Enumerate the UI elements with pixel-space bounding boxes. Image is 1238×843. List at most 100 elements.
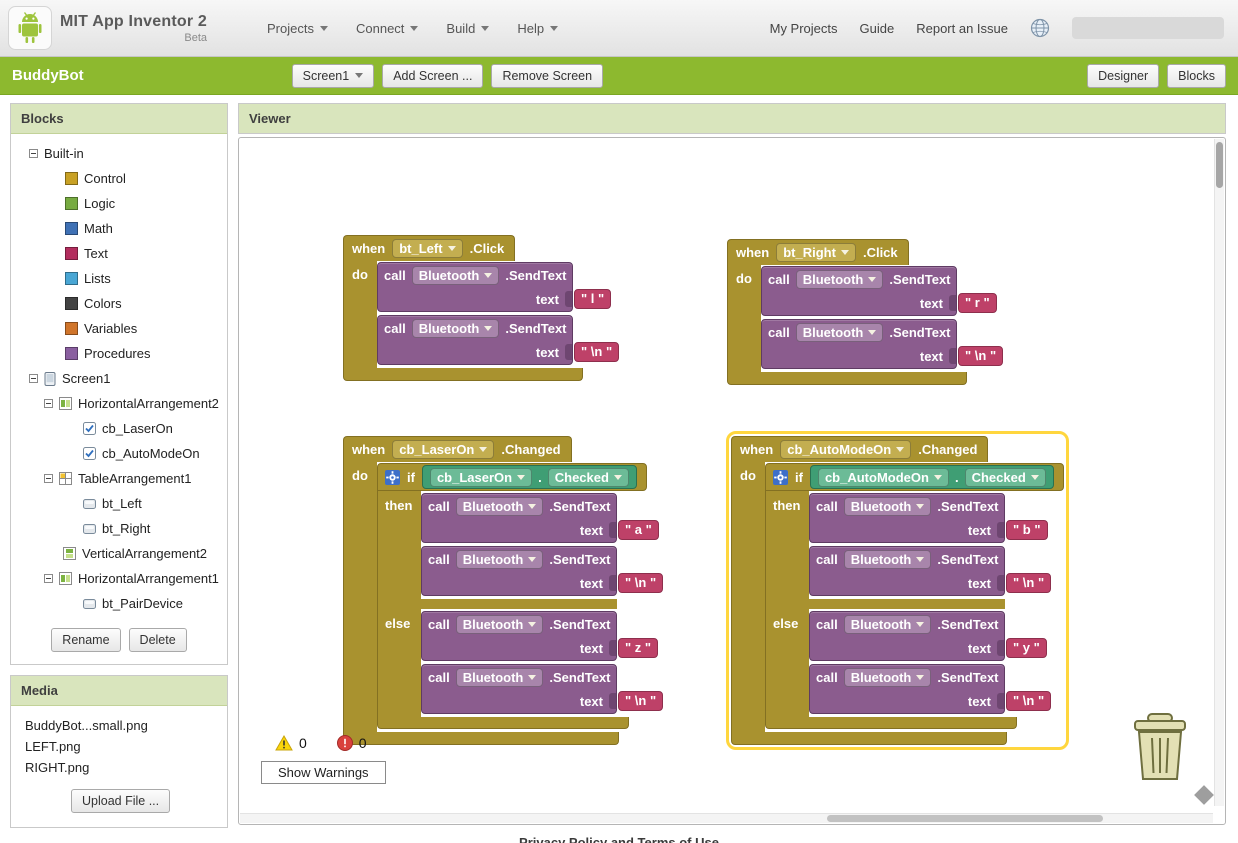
call-bluetooth-sendtext-block[interactable]: call Bluetooth .SendText text bbox=[809, 611, 1047, 661]
collapse-icon[interactable] bbox=[29, 374, 38, 383]
footer-links[interactable]: Privacy Policy and Terms of Use bbox=[0, 835, 1238, 843]
media-file-buddybot[interactable]: BuddyBot...small.png bbox=[11, 716, 227, 737]
vertical-scrollbar[interactable] bbox=[1214, 139, 1224, 806]
component-dropdown[interactable]: Bluetooth bbox=[795, 322, 884, 342]
text-string-block[interactable]: " \n " bbox=[958, 346, 1004, 366]
component-dropdown[interactable]: cb_AutoModeOn bbox=[817, 467, 949, 487]
component-dropdown[interactable]: Bluetooth bbox=[843, 667, 932, 687]
call-bluetooth-sendtext-block[interactable]: call Bluetooth .SendText text bbox=[809, 546, 1052, 596]
app-inventor-logo-icon[interactable] bbox=[8, 6, 52, 50]
component-dropdown[interactable]: Bluetooth bbox=[843, 496, 932, 516]
tree-item-bt-left[interactable]: bt_Left bbox=[11, 491, 227, 516]
property-dropdown[interactable]: Checked bbox=[964, 467, 1046, 487]
call-bluetooth-sendtext-block[interactable]: call Bluetooth .SendText text bbox=[809, 664, 1052, 714]
nav-report-an-issue[interactable]: Report an Issue bbox=[916, 21, 1008, 36]
mutator-gear-icon[interactable] bbox=[773, 469, 788, 485]
tree-item-bt-right[interactable]: bt_Right bbox=[11, 516, 227, 541]
component-dropdown[interactable]: Bluetooth bbox=[795, 269, 884, 289]
event-source-dropdown[interactable]: bt_Right bbox=[776, 243, 856, 262]
vertical-scrollbar-thumb[interactable] bbox=[1216, 142, 1223, 188]
text-string-block[interactable]: " y " bbox=[1006, 638, 1047, 658]
component-dropdown[interactable]: Bluetooth bbox=[411, 318, 500, 338]
menu-projects[interactable]: Projects bbox=[267, 21, 328, 36]
tree-item-screen1[interactable]: Screen1 bbox=[11, 366, 227, 391]
tree-item-tablearrangement1[interactable]: TableArrangement1 bbox=[11, 466, 227, 491]
text-string-block[interactable]: " \n " bbox=[1006, 573, 1052, 593]
palette-item-lists[interactable]: Lists bbox=[11, 266, 227, 291]
rename-button[interactable]: Rename bbox=[51, 628, 121, 652]
call-bluetooth-sendtext-block[interactable]: call Bluetooth .SendText text bbox=[809, 493, 1048, 543]
menu-connect[interactable]: Connect bbox=[356, 21, 419, 36]
tree-item-built-in[interactable]: Built-in bbox=[11, 141, 227, 166]
component-dropdown[interactable]: cb_LaserOn bbox=[429, 467, 533, 487]
horizontal-scrollbar-thumb[interactable] bbox=[827, 815, 1103, 822]
screen-selector-button[interactable]: Screen1 bbox=[291, 63, 375, 88]
component-dropdown[interactable]: Bluetooth bbox=[455, 667, 544, 687]
property-getter-block[interactable]: cb_LaserOn . Checked bbox=[421, 465, 637, 489]
language-globe-icon[interactable] bbox=[1030, 18, 1050, 38]
palette-item-colors[interactable]: Colors bbox=[11, 291, 227, 316]
when-cb-laseron-changed-block[interactable]: when cb_LaserOn .Changed do if cb_LaserO… bbox=[343, 436, 664, 745]
tree-item-cb-laseron[interactable]: cb_LaserOn bbox=[11, 416, 227, 441]
when-bt-left-click-block[interactable]: when bt_Left .Click do call Bluetooth .S… bbox=[343, 235, 620, 381]
user-account-redacted[interactable] bbox=[1072, 17, 1224, 39]
add-screen-button[interactable]: Add Screen ... bbox=[382, 63, 484, 88]
call-bluetooth-sendtext-block[interactable]: call Bluetooth .SendText text bbox=[421, 664, 664, 714]
collapse-icon[interactable] bbox=[44, 574, 53, 583]
event-source-dropdown[interactable]: bt_Left bbox=[392, 239, 463, 258]
component-dropdown[interactable]: Bluetooth bbox=[455, 549, 544, 569]
collapse-icon[interactable] bbox=[44, 399, 53, 408]
component-dropdown[interactable]: Bluetooth bbox=[455, 496, 544, 516]
component-dropdown[interactable]: Bluetooth bbox=[455, 614, 544, 634]
when-cb-automodeon-changed-block[interactable]: when cb_AutoModeOn .Changed do if cb_Aut… bbox=[726, 431, 1069, 750]
mutator-gear-icon[interactable] bbox=[385, 469, 400, 485]
upload-file-button[interactable]: Upload File ... bbox=[71, 789, 171, 813]
call-bluetooth-sendtext-block[interactable]: call Bluetooth .SendText text bbox=[421, 546, 664, 596]
text-string-block[interactable]: " \n " bbox=[618, 573, 664, 593]
remove-screen-button[interactable]: Remove Screen bbox=[491, 63, 604, 88]
text-string-block[interactable]: " z " bbox=[618, 638, 659, 658]
media-file-left[interactable]: LEFT.png bbox=[11, 737, 227, 758]
text-string-block[interactable]: " a " bbox=[618, 520, 659, 540]
text-string-block[interactable]: " \n " bbox=[574, 342, 620, 362]
property-dropdown[interactable]: Checked bbox=[547, 467, 629, 487]
menu-build[interactable]: Build bbox=[446, 21, 490, 36]
designer-view-button[interactable]: Designer bbox=[1087, 63, 1160, 88]
collapse-icon[interactable] bbox=[29, 149, 38, 158]
palette-item-control[interactable]: Control bbox=[11, 166, 227, 191]
text-string-block[interactable]: " \n " bbox=[1006, 691, 1052, 711]
delete-button[interactable]: Delete bbox=[128, 628, 187, 652]
component-dropdown[interactable]: Bluetooth bbox=[843, 549, 932, 569]
component-dropdown[interactable]: Bluetooth bbox=[411, 265, 500, 285]
event-source-dropdown[interactable]: cb_LaserOn bbox=[392, 440, 495, 459]
component-dropdown[interactable]: Bluetooth bbox=[843, 614, 932, 634]
text-string-block[interactable]: " b " bbox=[1006, 520, 1048, 540]
menu-help[interactable]: Help bbox=[517, 21, 559, 36]
trash-can-icon[interactable] bbox=[1131, 712, 1189, 787]
if-then-else-block[interactable]: if cb_LaserOn . Checked then call Blueto… bbox=[377, 463, 664, 729]
palette-item-math[interactable]: Math bbox=[11, 216, 227, 241]
call-bluetooth-sendtext-block[interactable]: call Bluetooth .SendText text " \n " bbox=[377, 315, 620, 365]
tree-item-verticalarrangement2[interactable]: VerticalArrangement2 bbox=[11, 541, 227, 566]
palette-item-variables[interactable]: Variables bbox=[11, 316, 227, 341]
text-string-block[interactable]: " \n " bbox=[618, 691, 664, 711]
tree-item-horizontalarrangement1[interactable]: HorizontalArrangement1 bbox=[11, 566, 227, 591]
palette-item-logic[interactable]: Logic bbox=[11, 191, 227, 216]
call-bluetooth-sendtext-block[interactable]: call Bluetooth .SendText text bbox=[421, 493, 659, 543]
if-then-else-block[interactable]: if cb_AutoModeOn . Checked then call Blu… bbox=[765, 463, 1064, 729]
collapse-icon[interactable] bbox=[44, 474, 53, 483]
show-warnings-button[interactable]: Show Warnings bbox=[261, 761, 386, 784]
property-getter-block[interactable]: cb_AutoModeOn . Checked bbox=[809, 465, 1054, 489]
call-bluetooth-sendtext-block[interactable]: call Bluetooth .SendText text " r " bbox=[761, 266, 997, 316]
when-bt-right-click-block[interactable]: when bt_Right .Click do call Bluetooth .… bbox=[727, 239, 1004, 385]
nav-my-projects[interactable]: My Projects bbox=[770, 21, 838, 36]
blocks-canvas[interactable]: when bt_Left .Click do call Bluetooth .S… bbox=[238, 137, 1226, 825]
media-file-right[interactable]: RIGHT.png bbox=[11, 758, 227, 779]
palette-item-text[interactable]: Text bbox=[11, 241, 227, 266]
tree-item-cb-automodeon[interactable]: cb_AutoModeOn bbox=[11, 441, 227, 466]
text-string-block[interactable]: " r " bbox=[958, 293, 997, 313]
tree-item-horizontalarrangement2[interactable]: HorizontalArrangement2 bbox=[11, 391, 227, 416]
call-bluetooth-sendtext-block[interactable]: call Bluetooth .SendText text " \n " bbox=[761, 319, 1004, 369]
nav-guide[interactable]: Guide bbox=[860, 21, 895, 36]
palette-item-procedures[interactable]: Procedures bbox=[11, 341, 227, 366]
